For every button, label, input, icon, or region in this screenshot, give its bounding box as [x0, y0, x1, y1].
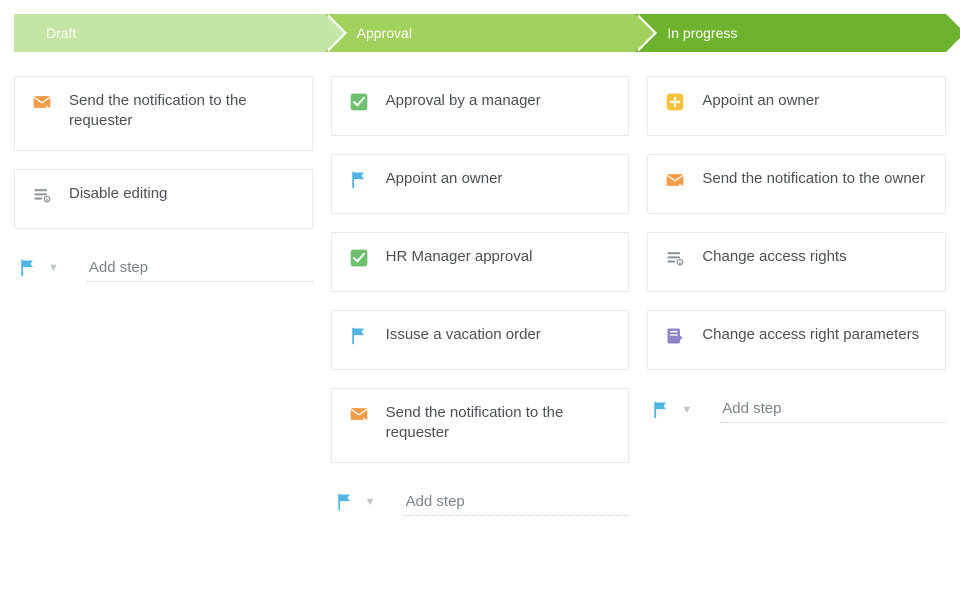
lock-list-icon: [31, 184, 53, 206]
mail-icon: [348, 403, 370, 425]
step-card[interactable]: Change access right parameters: [647, 310, 946, 370]
step-label: Disable editing: [69, 184, 167, 204]
step-label: HR Manager approval: [386, 247, 533, 267]
stage-label: In progress: [667, 25, 737, 41]
flag-icon[interactable]: [335, 492, 355, 512]
check-icon: [348, 91, 370, 113]
flag-icon[interactable]: [18, 258, 38, 278]
chevron-right-icon: [946, 14, 960, 52]
chevron-down-icon[interactable]: ▼: [363, 496, 378, 508]
plus-icon: [664, 91, 686, 113]
add-step-row: ▼: [647, 392, 946, 423]
flag-icon[interactable]: [651, 400, 671, 420]
step-label: Send the notification to the owner: [702, 169, 925, 189]
flag-icon: [348, 325, 370, 347]
stage-label: Draft: [46, 25, 76, 41]
step-label: Send the notification to the requester: [386, 403, 613, 444]
step-card[interactable]: Send the notification to the owner: [647, 154, 946, 214]
step-card[interactable]: Appoint an owner: [331, 154, 630, 214]
step-card[interactable]: Send the notification to the requester: [14, 76, 313, 151]
add-step-row: ▼: [14, 251, 313, 282]
step-label: Change access right parameters: [702, 325, 919, 345]
flag-icon: [348, 169, 370, 191]
add-step-row: ▼: [331, 485, 630, 516]
add-step-input[interactable]: [720, 396, 946, 423]
column-in-progress: Appoint an owner Send the notification t…: [647, 76, 946, 516]
edit-icon: [664, 325, 686, 347]
step-card[interactable]: Change access rights: [647, 232, 946, 292]
step-label: Appoint an owner: [702, 91, 819, 111]
step-card[interactable]: Send the notification to the requester: [331, 388, 630, 463]
step-card[interactable]: HR Manager approval: [331, 232, 630, 292]
column-draft: Send the notification to the requester D…: [14, 76, 313, 516]
step-card[interactable]: Disable editing: [14, 169, 313, 229]
step-label: Send the notification to the requester: [69, 91, 296, 132]
add-step-input[interactable]: [87, 255, 313, 282]
stage-in-progress[interactable]: In progress: [635, 14, 946, 52]
columns: Send the notification to the requester D…: [14, 76, 946, 516]
step-label: Change access rights: [702, 247, 846, 267]
lock-list-icon: [664, 247, 686, 269]
step-label: Approval by a manager: [386, 91, 541, 111]
step-card[interactable]: Appoint an owner: [647, 76, 946, 136]
step-card[interactable]: Approval by a manager: [331, 76, 630, 136]
step-label: Issuse a vacation order: [386, 325, 541, 345]
mail-icon: [31, 91, 53, 113]
stage-approval[interactable]: Approval: [325, 14, 636, 52]
stage-label: Approval: [357, 25, 412, 41]
add-step-input[interactable]: [404, 489, 630, 516]
check-icon: [348, 247, 370, 269]
mail-icon: [664, 169, 686, 191]
chevron-right-icon: [325, 14, 344, 52]
step-card[interactable]: Issuse a vacation order: [331, 310, 630, 370]
stage-draft[interactable]: Draft: [14, 14, 325, 52]
chevron-down-icon[interactable]: ▼: [679, 404, 694, 416]
chevron-down-icon[interactable]: ▼: [46, 262, 61, 274]
chevron-right-icon: [635, 14, 654, 52]
step-label: Appoint an owner: [386, 169, 503, 189]
column-approval: Approval by a manager Appoint an owner H…: [331, 76, 630, 516]
stage-bar: Draft Approval In progress: [14, 14, 946, 52]
